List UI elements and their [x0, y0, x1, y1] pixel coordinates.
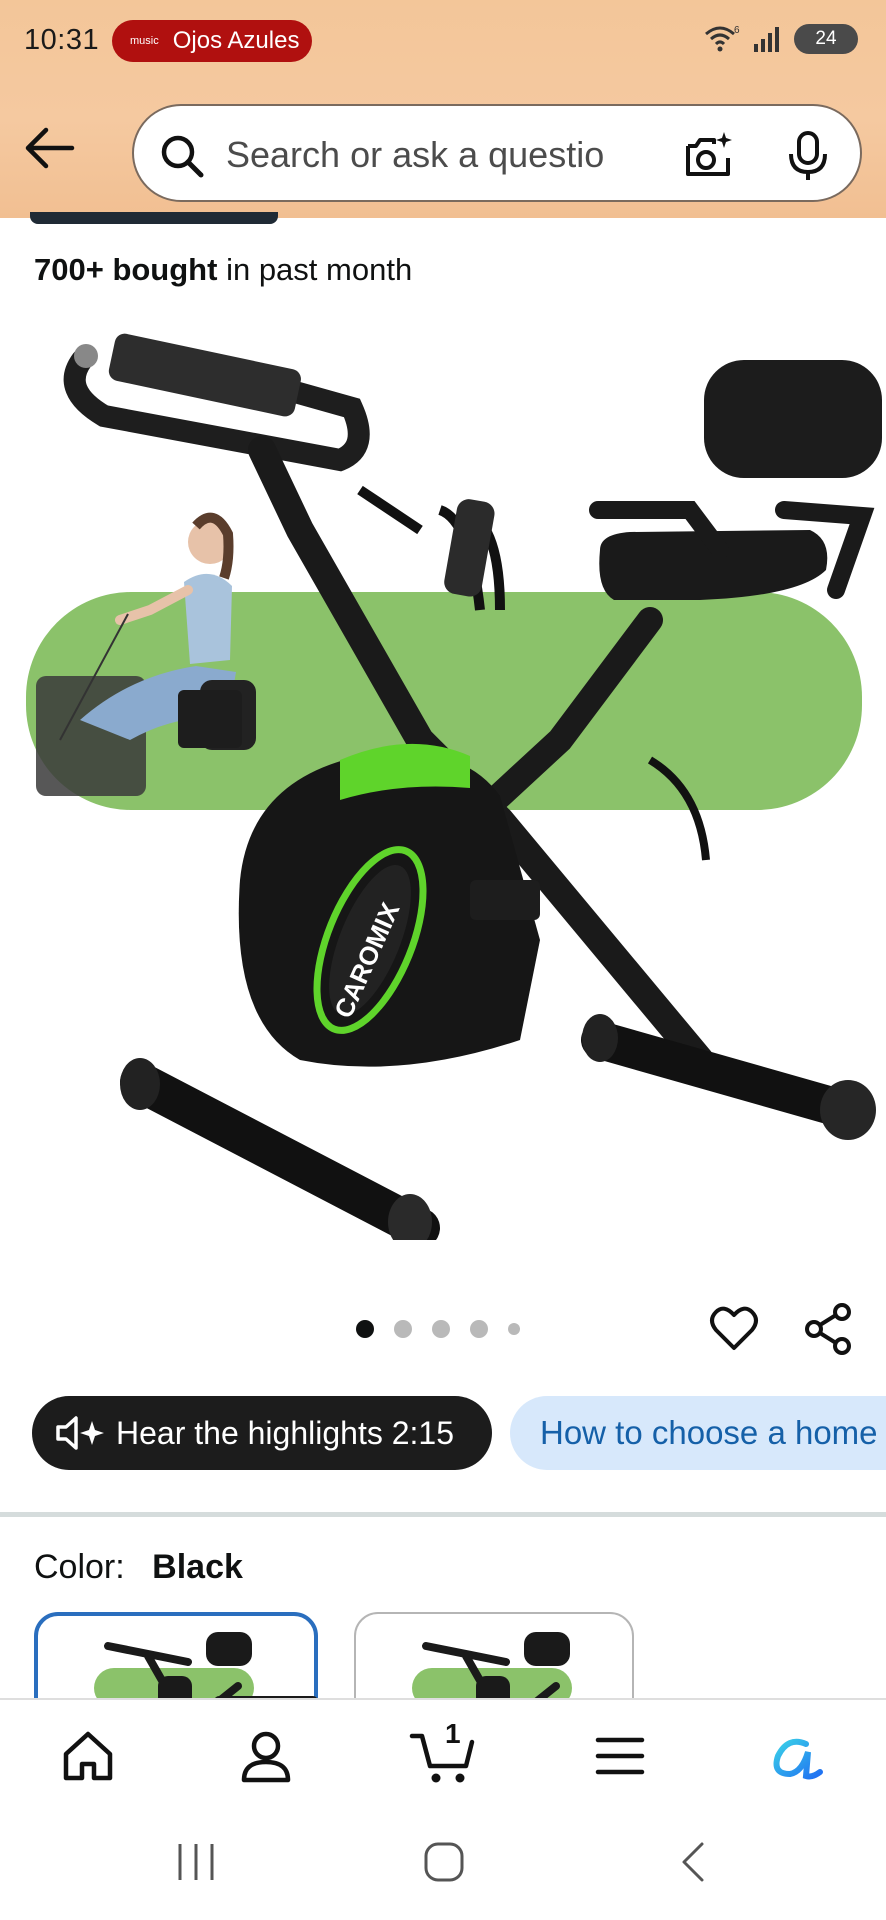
product-image[interactable]: CAROMIX [0, 320, 886, 1240]
hear-highlights-button[interactable]: Hear the highlights 2:15 [32, 1396, 492, 1470]
rufus-assistant-icon[interactable] [766, 1726, 826, 1786]
share-icon[interactable] [802, 1302, 854, 1356]
system-back-icon[interactable] [672, 1832, 712, 1892]
bought-count-strong: 700+ bought [34, 252, 218, 287]
previous-section-edge [30, 212, 278, 224]
color-value: Black [152, 1548, 243, 1586]
camera-lens-icon[interactable] [682, 130, 734, 182]
battery-level: 24 [815, 28, 837, 49]
menu-icon[interactable] [590, 1726, 650, 1786]
battery-indicator: 24 [794, 24, 858, 54]
back-arrow-icon[interactable] [24, 126, 76, 170]
signal-icon [754, 27, 779, 52]
cart-icon[interactable] [408, 1718, 478, 1786]
search-icon [161, 135, 204, 178]
image-carousel-dots[interactable] [356, 1320, 520, 1338]
now-playing-pill[interactable]: music Ojos Azules [112, 20, 312, 62]
account-icon[interactable] [236, 1726, 296, 1786]
carousel-dot[interactable] [432, 1320, 450, 1338]
search-bar[interactable] [132, 104, 862, 202]
cart-count: 1 [445, 1718, 461, 1749]
search-input[interactable] [226, 130, 606, 180]
microphone-icon[interactable] [786, 130, 830, 182]
recents-icon[interactable] [172, 1832, 222, 1892]
hear-highlights-label: Hear the highlights 2:15 [116, 1414, 454, 1451]
music-logo: music [130, 35, 159, 47]
carousel-dot[interactable] [394, 1320, 412, 1338]
now-playing-title: Ojos Azules [172, 27, 300, 54]
carousel-dot[interactable] [356, 1320, 374, 1338]
wifi-icon: 6 [705, 25, 740, 52]
how-to-choose-chip[interactable]: How to choose a home [510, 1396, 886, 1470]
status-bar: 10:31 music Ojos Azules 6 24 [0, 0, 886, 84]
speaker-sparkle-icon [56, 1416, 104, 1450]
how-to-choose-label: How to choose a home [540, 1414, 878, 1451]
bought-count: 700+ bought in past month [34, 252, 412, 288]
bought-count-rest: in past month [226, 252, 413, 287]
system-navigation-bar [0, 1832, 886, 1920]
heart-icon[interactable] [708, 1302, 760, 1354]
section-divider [0, 1512, 886, 1517]
color-selector-heading: Color: Black [34, 1548, 243, 1587]
color-label: Color: [34, 1548, 125, 1586]
home-icon[interactable] [58, 1726, 118, 1786]
system-home-icon[interactable] [420, 1832, 470, 1892]
status-time: 10:31 [24, 24, 100, 56]
status-icons: 6 24 [704, 24, 858, 54]
network-type: 6 [734, 25, 740, 36]
carousel-dot[interactable] [470, 1320, 488, 1338]
top-header: 10:31 music Ojos Azules 6 24 [0, 0, 886, 218]
carousel-dot[interactable] [508, 1323, 520, 1335]
